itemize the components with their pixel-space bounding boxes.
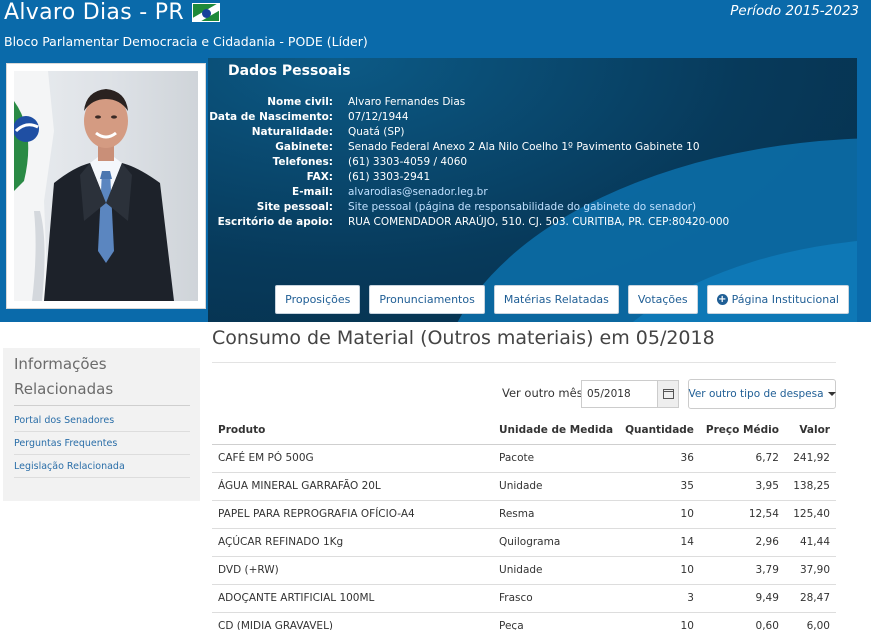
- plus-circle-icon: +: [716, 294, 728, 305]
- calendar-button[interactable]: [657, 380, 679, 408]
- parana-flag-icon: [191, 3, 220, 22]
- senator-name: Alvaro Dias - PR: [4, 0, 184, 25]
- proposicoes-button[interactable]: Proposições: [275, 285, 361, 314]
- personal-data-list: Nome civil: Alvaro Fernandes Dias Data d…: [208, 94, 857, 229]
- senator-header: Alvaro Dias - PR Período 2015-2023 Bloco…: [0, 0, 871, 322]
- calendar-icon: [662, 389, 674, 399]
- month-filter-label: Ver outro mês:: [502, 386, 587, 400]
- table-row: ADOÇANTE ARTIFICIAL 100ML Frasco 3 9,49 …: [212, 583, 836, 612]
- table-row: DVD (+RW) Unidade 10 3,79 37,90: [212, 555, 836, 584]
- caret-down-icon: [827, 392, 836, 396]
- party-bloc: Bloco Parlamentar Democracia e Cidadania…: [4, 34, 368, 49]
- field-data-nascimento: Data de Nascimento: 07/12/1944: [209, 110, 409, 123]
- field-nome-civil: Nome civil: Alvaro Fernandes Dias: [267, 95, 466, 108]
- materias-relatadas-button[interactable]: Matérias Relatadas: [493, 285, 619, 314]
- table-row: AÇÚCAR REFINADO 1Kg Quilograma 14 2,96 4…: [212, 527, 836, 556]
- sidebar-link-perguntas[interactable]: Perguntas Frequentes: [14, 433, 190, 455]
- related-info-sidebar: Informações Relacionadas Portal dos Sena…: [3, 348, 200, 501]
- table-row: CAFÉ EM PÓ 500G Pacote 36 6,72 241,92: [212, 443, 836, 472]
- col-unidade: Unidade de Medida: [493, 417, 620, 445]
- pagina-institucional-button[interactable]: + Página Institucional: [706, 285, 849, 314]
- field-escritorio-apoio: Escritório de apoio: RUA COMENDADOR ARAÚ…: [217, 215, 730, 228]
- field-site-pessoal: Site pessoal: Site pessoal (página de re…: [256, 200, 697, 213]
- page-title: Consumo de Material (Outros materiais) e…: [212, 327, 715, 349]
- field-email: E-mail: alvarodias@senador.leg.br: [292, 185, 488, 198]
- field-telefones: Telefones: (61) 3303-4059 / 4060: [272, 155, 468, 168]
- personal-data-title: Dados Pessoais: [228, 63, 351, 79]
- col-produto: Produto: [212, 417, 494, 445]
- expense-type-dropdown[interactable]: Ver outro tipo de despesa: [688, 379, 836, 409]
- sidebar-link-legislacao[interactable]: Legislação Relacionada: [14, 456, 190, 478]
- email-link[interactable]: alvarodias@senador.leg.br: [348, 186, 488, 198]
- sidebar-title: Informações Relacionadas: [14, 352, 190, 406]
- table-row: ÁGUA MINERAL GARRAFÃO 20L Unidade 35 3,9…: [212, 471, 836, 500]
- material-table: Produto Unidade de Medida Quantidade Pre…: [212, 417, 836, 630]
- col-quantidade: Quantidade: [619, 417, 700, 445]
- table-row: CD (MIDIA GRAVAVEL) Peça 10 0,60 6,00: [212, 611, 836, 630]
- field-gabinete: Gabinete: Senado Federal Anexo 2 Ala Nil…: [275, 140, 700, 153]
- votacoes-button[interactable]: Votações: [627, 285, 698, 314]
- table-header-row: Produto Unidade de Medida Quantidade Pre…: [212, 417, 836, 445]
- col-valor: Valor: [784, 417, 836, 445]
- senator-portrait-image: [14, 71, 174, 301]
- title-divider: [212, 362, 836, 363]
- mandate-period: Período 2015-2023: [730, 3, 859, 19]
- site-pessoal-link[interactable]: Site pessoal (página de responsabilidade…: [348, 201, 696, 213]
- field-fax: FAX: (61) 3303-2941: [306, 170, 431, 183]
- table-row: PAPEL PARA REPROGRAFIA OFÍCIO-A4 Resma 1…: [212, 499, 836, 528]
- pronunciamentos-button[interactable]: Pronunciamentos: [369, 285, 485, 314]
- sidebar-link-portal[interactable]: Portal dos Senadores: [14, 410, 190, 432]
- senator-title: Alvaro Dias - PR: [4, 0, 220, 25]
- personal-data-panel: Dados Pessoais Nome civil: Alvaro Fernan…: [208, 58, 857, 322]
- senator-photo: [6, 63, 206, 309]
- col-preco: Preço Médio: [699, 417, 785, 445]
- month-input[interactable]: [581, 380, 657, 408]
- field-naturalidade: Naturalidade: Quatá (SP): [251, 125, 405, 138]
- senator-actions: Proposições Pronunciamentos Matérias Rel…: [275, 285, 849, 314]
